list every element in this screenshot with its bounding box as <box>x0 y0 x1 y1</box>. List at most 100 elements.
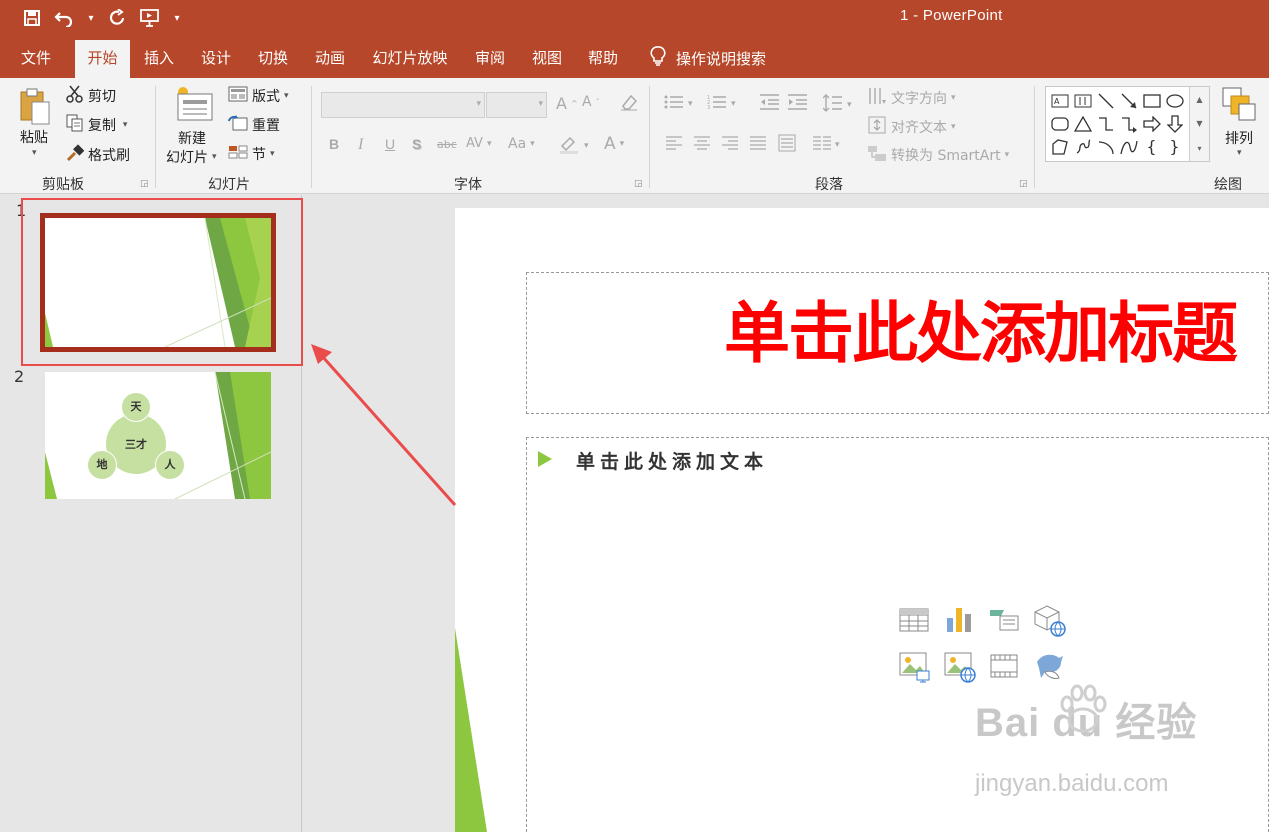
align-right-icon[interactable] <box>722 136 738 150</box>
font-family-combo[interactable]: ▾ <box>321 92 485 118</box>
grow-font-button[interactable]: A ^ <box>556 94 578 113</box>
format-painter-button[interactable]: 格式刷 <box>66 144 130 166</box>
chart-icon[interactable] <box>944 604 974 634</box>
tell-me-search[interactable]: 操作说明搜索 <box>650 38 766 78</box>
sancai-node-heaven: 天 <box>121 392 151 422</box>
arc-shape-icon[interactable] <box>1094 135 1117 158</box>
arrange-button[interactable] <box>1221 86 1257 126</box>
arrow-line-shape-icon[interactable] <box>1117 89 1140 112</box>
title-placeholder-text: 单击此处添加标题 <box>724 295 1238 372</box>
customize-qat-icon[interactable]: ▾ <box>168 4 186 32</box>
tab-slideshow[interactable]: 幻灯片放映 <box>366 38 454 78</box>
present-from-start-icon[interactable] <box>136 4 164 32</box>
copy-dropdown[interactable]: ▾ <box>120 120 128 130</box>
vertical-text-box-icon[interactable] <box>1071 89 1094 112</box>
copy-icon <box>66 114 84 136</box>
tab-view[interactable]: 视图 <box>524 38 570 78</box>
tab-design[interactable]: 设计 <box>193 38 239 78</box>
tab-home[interactable]: 开始 <box>75 40 130 78</box>
online-picture-icon[interactable] <box>944 651 976 683</box>
paste-dropdown[interactable]: ▾ <box>32 148 37 158</box>
save-icon[interactable] <box>18 4 46 32</box>
paste-button[interactable] <box>18 86 52 130</box>
triangle-shape-icon[interactable] <box>1071 112 1094 135</box>
text-direction-button[interactable]: 文字方向 ▾ <box>867 86 956 110</box>
tab-help[interactable]: 帮助 <box>580 38 626 78</box>
distributed-icon[interactable] <box>778 134 796 152</box>
rounded-rectangle-shape-icon[interactable] <box>1048 112 1071 135</box>
align-left-icon[interactable] <box>666 136 682 150</box>
freeform-shape-icon[interactable] <box>1048 135 1071 158</box>
underline-button[interactable]: U <box>385 136 395 152</box>
numbering-button[interactable]: 1 2 3 ▾ <box>707 94 736 114</box>
redo-icon[interactable] <box>104 4 132 32</box>
right-brace-shape-icon[interactable]: } <box>1163 135 1186 158</box>
copy-label: 复制 <box>88 118 116 134</box>
clear-formatting-icon[interactable] <box>619 92 639 112</box>
change-case-button[interactable]: Aa ▾ <box>508 136 535 152</box>
char-spacing-button[interactable]: AV ▾ <box>466 136 492 151</box>
shrink-font-button[interactable]: Aˇ <box>582 94 600 110</box>
curve-shape-icon[interactable] <box>1117 135 1140 158</box>
tab-transitions[interactable]: 切换 <box>250 38 296 78</box>
justify-icon[interactable] <box>750 136 766 150</box>
rectangle-shape-icon[interactable] <box>1140 89 1163 112</box>
elbow-arrow-connector-icon[interactable] <box>1117 112 1140 135</box>
video-icon[interactable] <box>990 653 1020 683</box>
strikethrough-button[interactable]: abc <box>437 138 457 151</box>
undo-icon[interactable] <box>50 4 78 32</box>
shapes-gallery-scroll[interactable]: ▲ ▼ ▾ <box>1189 87 1209 161</box>
clipboard-launcher-icon[interactable]: ◲ <box>140 179 149 189</box>
cut-button[interactable]: 剪切 <box>66 85 116 107</box>
align-text-icon <box>867 115 887 139</box>
down-arrow-shape-icon[interactable] <box>1163 112 1186 135</box>
bullets-button[interactable]: ▾ <box>664 94 693 114</box>
reset-button[interactable]: 重置 <box>228 115 280 135</box>
3d-model-icon[interactable] <box>1033 604 1066 637</box>
tab-review[interactable]: 审阅 <box>467 38 513 78</box>
tab-file[interactable]: 文件 <box>12 38 60 78</box>
italic-button[interactable]: I <box>358 136 363 154</box>
align-text-button[interactable]: 对齐文本 ▾ <box>867 115 956 139</box>
layout-button[interactable]: 版式 ▾ <box>228 86 289 106</box>
elbow-connector-icon[interactable] <box>1094 112 1117 135</box>
font-color-button[interactable]: A ▾ <box>604 134 624 154</box>
decrease-indent-icon[interactable] <box>760 94 780 110</box>
copy-button[interactable]: 复制 ▾ <box>66 114 127 136</box>
shapes-gallery[interactable]: A { } ▲ ▼ ▾ <box>1045 86 1210 162</box>
right-arrow-shape-icon[interactable] <box>1140 112 1163 135</box>
increase-indent-icon[interactable] <box>788 94 808 110</box>
columns-icon <box>813 136 831 154</box>
text-box-icon[interactable]: A <box>1048 89 1071 112</box>
font-launcher-icon[interactable]: ◲ <box>634 179 643 189</box>
highlight-button[interactable]: ▾ <box>558 134 589 158</box>
paste-label: 粘贴 <box>20 130 48 146</box>
shadow-button[interactable]: S <box>412 136 421 152</box>
icons-icon[interactable] <box>1033 650 1063 680</box>
align-center-icon[interactable] <box>694 136 710 150</box>
paragraph-launcher-icon[interactable]: ◲ <box>1019 179 1028 189</box>
columns-button[interactable]: ▾ <box>813 136 840 154</box>
slide-thumbnail-2[interactable]: 三才 天 地 人 <box>45 372 271 499</box>
oval-shape-icon[interactable] <box>1163 89 1186 112</box>
quick-access-toolbar: ▾ ▾ <box>18 4 186 32</box>
picture-icon[interactable] <box>899 651 930 683</box>
left-brace-shape-icon[interactable]: { <box>1140 135 1163 158</box>
arrange-label: 排列 <box>1225 131 1253 147</box>
convert-smartart-button[interactable]: 转换为 SmartArt ▾ <box>867 144 1009 166</box>
scribble-shape-icon[interactable] <box>1071 135 1094 158</box>
line-spacing-button[interactable]: ▾ <box>822 94 852 116</box>
line-shape-icon[interactable] <box>1094 89 1117 112</box>
smartart-icon[interactable] <box>988 606 1019 636</box>
convert-smartart-label: 转换为 SmartArt <box>891 148 1001 164</box>
undo-dropdown-icon[interactable]: ▾ <box>82 4 100 32</box>
tab-animations[interactable]: 动画 <box>307 38 353 78</box>
arrange-dropdown[interactable]: ▾ <box>1237 148 1242 158</box>
section-button[interactable]: 节 ▾ <box>228 144 275 164</box>
table-icon[interactable] <box>899 606 929 636</box>
bold-button[interactable]: B <box>329 136 339 152</box>
new-slide-button[interactable] <box>174 84 214 128</box>
char-spacing-label: AV <box>466 136 483 151</box>
tab-insert[interactable]: 插入 <box>136 38 182 78</box>
font-size-combo[interactable]: ▾ <box>486 92 547 118</box>
